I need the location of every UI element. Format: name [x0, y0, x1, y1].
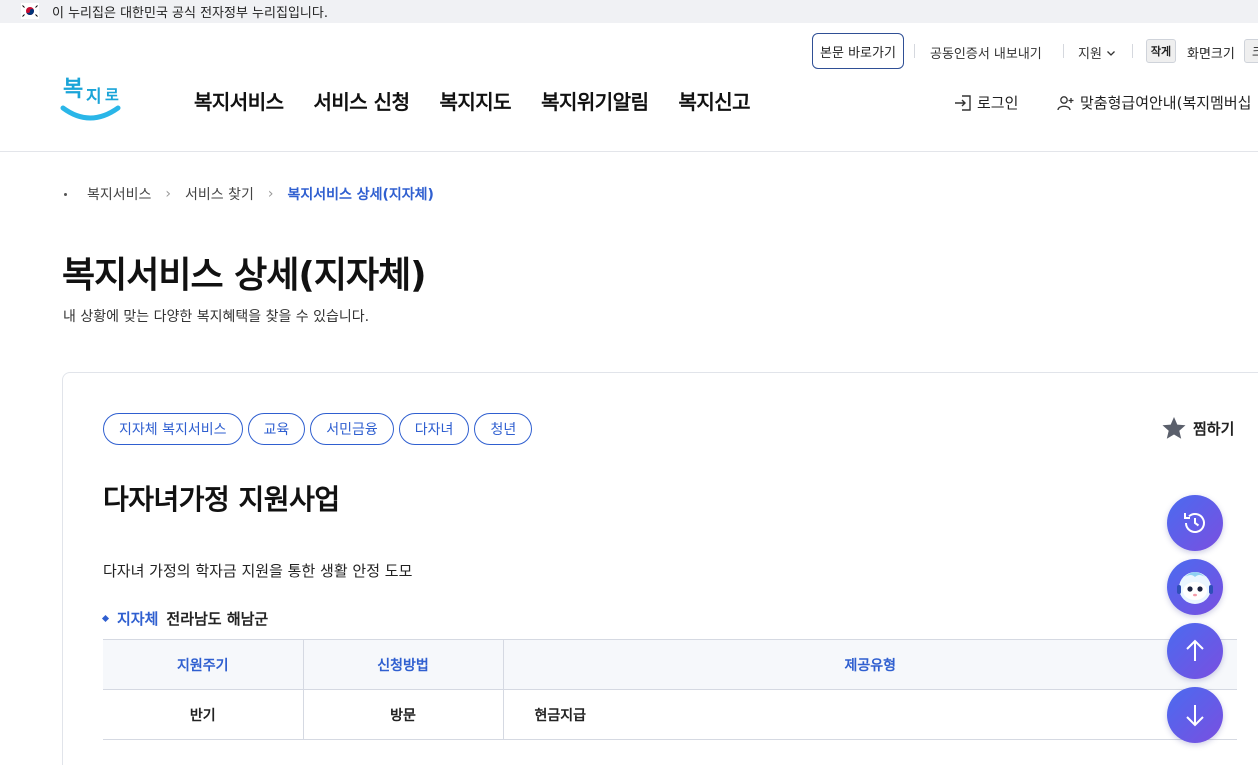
table-header-row: 지원주기 신청방법 제공유형	[103, 639, 1237, 690]
region-value: 전라남도 해남군	[166, 610, 269, 628]
scroll-top-button[interactable]	[1167, 623, 1223, 679]
font-small-button[interactable]: 작게	[1146, 39, 1176, 63]
diamond-bullet-icon	[101, 614, 110, 623]
divider	[914, 44, 915, 58]
recent-history-button[interactable]	[1167, 495, 1223, 551]
star-icon	[1162, 417, 1186, 439]
chatbot-button[interactable]	[1167, 559, 1223, 615]
divider	[1132, 44, 1133, 58]
bokjiro-logo[interactable]: 복 지 로	[60, 70, 122, 124]
divider	[1063, 44, 1064, 58]
svg-text:지: 지	[86, 87, 102, 107]
tag[interactable]: 교육	[247, 413, 306, 445]
tag[interactable]: 청년	[474, 413, 533, 445]
user-add-icon	[1057, 95, 1074, 110]
arrow-up-icon	[1186, 639, 1204, 661]
login-label: 로그인	[977, 94, 1019, 112]
font-large-button[interactable]: 크	[1244, 39, 1258, 63]
nav-service-apply[interactable]: 서비스 신청	[314, 86, 410, 115]
gov-banner-text: 이 누리집은 대한민국 공식 전자정부 누리집입니다.	[52, 6, 328, 21]
font-size-label: 화면크기	[1187, 47, 1235, 62]
svg-text:로: 로	[105, 86, 119, 104]
table-cell: 반기	[103, 689, 303, 740]
tag[interactable]: 서민금융	[310, 413, 394, 445]
service-description: 다자녀 가정의 학자금 지원을 통한 생활 안정 도모	[103, 562, 413, 580]
main-nav: 복지서비스 서비스 신청 복지지도 복지위기알림 복지신고	[194, 86, 780, 115]
column-header: 지원주기	[103, 639, 303, 690]
nav-welfare-report[interactable]: 복지신고	[678, 86, 750, 115]
bookmark-button[interactable]: 찜하기	[1161, 416, 1234, 440]
breadcrumb-item[interactable]: 서비스 찾기	[185, 184, 254, 204]
page-description: 내 상황에 맞는 다양한 복지혜택을 찾을 수 있습니다.	[63, 309, 370, 325]
login-icon	[955, 94, 971, 111]
gov-banner: 이 누리집은 대한민국 공식 전자정부 누리집입니다.	[0, 0, 1258, 23]
support-label: 지원	[1078, 47, 1102, 62]
service-tags: 지자체 복지서비스 교육 서민금융 다자녀 청년	[103, 413, 533, 445]
support-menu-button[interactable]: 지원	[1078, 43, 1116, 62]
chevron-right-icon: ›	[165, 186, 172, 202]
breadcrumb: 복지서비스 › 서비스 찾기 › 복지서비스 상세(지자체)	[64, 184, 434, 204]
scroll-bottom-button[interactable]	[1167, 687, 1223, 743]
table-cell: 현금지급	[502, 689, 1237, 740]
nav-welfare-service[interactable]: 복지서비스	[194, 86, 284, 115]
login-button[interactable]: 로그인	[954, 92, 1018, 113]
header-divider	[0, 151, 1258, 152]
chevron-right-icon: ›	[267, 186, 274, 202]
cert-export-link[interactable]: 공동인증서 내보내기	[930, 43, 1042, 62]
arrow-down-icon	[1186, 705, 1204, 727]
service-info-table: 지원주기 신청방법 제공유형 반기 방문 현금지급	[103, 639, 1237, 740]
korea-flag-icon	[21, 3, 39, 19]
breadcrumb-item[interactable]: 복지서비스	[87, 184, 151, 204]
breadcrumb-current: 복지서비스 상세(지자체)	[287, 187, 434, 203]
history-icon	[1184, 513, 1205, 533]
membership-link[interactable]: 맞춤형급여안내(복지멤버십	[1057, 92, 1251, 113]
utility-bar: 본문 바로가기 공동인증서 내보내기 지원 작게 화면크기 크	[0, 33, 1258, 69]
bokjiro-logo-icon: 복 지 로	[60, 77, 121, 121]
bookmark-label: 찜하기	[1193, 419, 1235, 438]
chatbot-icon	[1177, 572, 1213, 604]
table-row: 반기 방문 현금지급	[103, 689, 1237, 740]
nav-crisis-alert[interactable]: 복지위기알림	[541, 86, 649, 115]
column-header: 신청방법	[302, 639, 503, 690]
membership-label: 맞춤형급여안내(복지멤버십	[1080, 94, 1252, 112]
tag[interactable]: 지자체 복지서비스	[103, 413, 243, 445]
region-label: 지자체	[117, 610, 159, 628]
chevron-down-icon	[1106, 50, 1115, 56]
skip-to-content-button[interactable]: 본문 바로가기	[812, 33, 904, 69]
page-title: 복지서비스 상세(지자체)	[62, 255, 427, 296]
column-header: 제공유형	[502, 639, 1237, 690]
tag[interactable]: 다자녀	[398, 413, 470, 445]
table-cell: 방문	[302, 689, 503, 740]
home-dot-icon	[64, 192, 67, 196]
svg-text:복: 복	[63, 77, 83, 102]
region-info: 지자체 전라남도 해남군	[101, 608, 269, 629]
service-title: 다자녀가정 지원사업	[103, 483, 340, 516]
nav-welfare-map[interactable]: 복지지도	[439, 86, 511, 115]
